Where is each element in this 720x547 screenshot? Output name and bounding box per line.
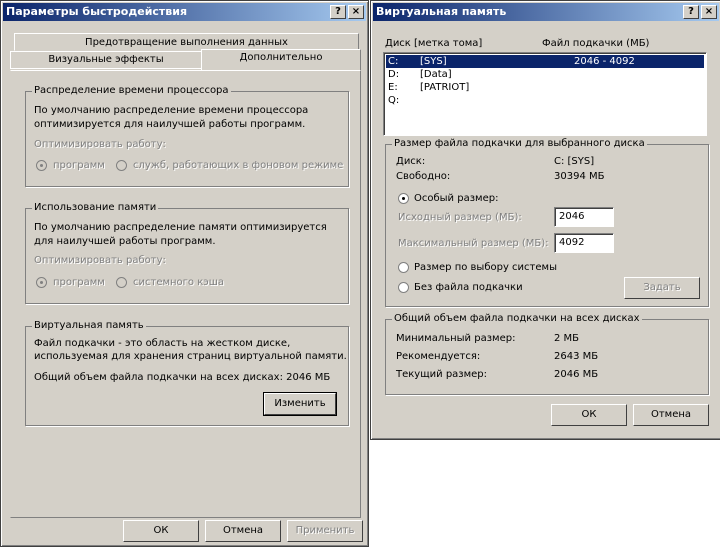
drive-column-header: Диск [метка тома]: [385, 38, 483, 49]
drive-label: [Data]: [420, 69, 452, 80]
cpu-programs-radio[interactable]: [36, 160, 47, 171]
cpu-description-line1: По умолчанию распределение времени проце…: [34, 105, 309, 116]
recommended-label: Рекомендуется:: [396, 351, 481, 362]
ok-button[interactable]: ОК: [123, 520, 199, 542]
virtual-memory-group-label: Виртуальная память: [32, 320, 146, 331]
initial-size-label: Исходный размер (МБ):: [398, 212, 522, 223]
initial-size-input[interactable]: 2046: [554, 207, 614, 227]
cpu-services-radio[interactable]: [116, 160, 127, 171]
free-value: 30394 МБ: [554, 171, 605, 182]
drive-row[interactable]: C: [SYS] 2046 - 4092: [386, 55, 704, 68]
current-size-value: 2046 МБ: [554, 369, 599, 380]
drive-row[interactable]: Q:: [386, 94, 704, 107]
drive-row[interactable]: E: [PATRIOT]: [386, 81, 704, 94]
system-managed-radio[interactable]: [398, 262, 409, 273]
totals-group: Общий объем файла подкачки на всех диска…: [385, 313, 709, 395]
drive-row[interactable]: D: [Data]: [386, 68, 704, 81]
tab-advanced-label: Дополнительно: [239, 52, 323, 63]
set-button[interactable]: Задать: [624, 277, 700, 299]
drive-letter: C:: [388, 56, 399, 67]
drive-letter: Q:: [388, 95, 400, 106]
tab-advanced[interactable]: Дополнительно: [201, 49, 361, 71]
cpu-group-label: Распределение времени процессора: [32, 85, 231, 96]
memory-description-line2: для наилучшей работы программ.: [34, 236, 216, 247]
apply-button[interactable]: Применить: [287, 520, 363, 542]
custom-size-radio[interactable]: [398, 193, 409, 204]
no-pagefile-label[interactable]: Без файла подкачки: [414, 282, 523, 293]
vm-description-line2: используемая для хранения страниц виртуа…: [34, 351, 347, 362]
cancel-button[interactable]: Отмена: [205, 520, 281, 542]
drive-letter: D:: [388, 69, 400, 80]
cpu-programs-label[interactable]: программ: [53, 160, 105, 171]
vm-description-line1: Файл подкачки - это область на жестком д…: [34, 338, 291, 349]
tab-dep-label: Предотвращение выполнения данных: [85, 37, 288, 48]
drive-pagefile-size: 2046 - 4092: [574, 56, 635, 67]
close-button[interactable]: ×: [348, 5, 364, 19]
selected-drive-group-label: Размер файла подкачки для выбранного дис…: [392, 138, 647, 149]
pagefile-column-header: Файл подкачки (МБ): [542, 38, 650, 49]
vm-help-button[interactable]: ?: [683, 5, 699, 19]
custom-size-label[interactable]: Особый размер:: [414, 193, 498, 204]
cpu-description-line2: оптимизируется для наилучшей работы прог…: [34, 119, 306, 130]
virtual-memory-group: Виртуальная память Файл подкачки - это о…: [25, 320, 349, 426]
help-button[interactable]: ?: [330, 5, 346, 19]
free-label: Свободно:: [396, 171, 451, 182]
vm-window-title: Виртуальная память: [376, 5, 507, 18]
memory-cache-label[interactable]: системного кэша: [133, 277, 224, 288]
system-managed-label[interactable]: Размер по выбору системы: [414, 262, 557, 273]
min-size-value: 2 МБ: [554, 333, 580, 344]
drive-letter: E:: [388, 82, 398, 93]
virtual-memory-title-bar[interactable]: Виртуальная память ? ×: [373, 3, 719, 21]
current-size-label: Текущий размер:: [396, 369, 488, 380]
tab-visual-effects-label: Визуальные эффекты: [48, 54, 164, 65]
drive-list[interactable]: C: [SYS] 2046 - 4092 D: [Data] E: [PATRI…: [383, 52, 707, 136]
memory-group: Использование памяти По умолчанию распре…: [25, 202, 349, 304]
performance-title-bar[interactable]: Параметры быстродействия ? ×: [3, 3, 366, 21]
memory-cache-radio[interactable]: [116, 277, 127, 288]
change-button[interactable]: Изменить: [263, 392, 337, 416]
virtual-memory-window: Виртуальная память ? × Диск [метка тома]…: [370, 0, 720, 440]
max-size-input[interactable]: 4092: [554, 233, 614, 253]
vm-total-size: Общий объем файла подкачки на всех диска…: [34, 372, 331, 383]
vm-close-button[interactable]: ×: [701, 5, 717, 19]
vm-cancel-button[interactable]: Отмена: [633, 404, 709, 426]
cpu-optimize-label: Оптимизировать работу:: [34, 139, 166, 150]
totals-group-label: Общий объем файла подкачки на всех диска…: [392, 313, 642, 324]
recommended-value: 2643 МБ: [554, 351, 599, 362]
no-pagefile-radio[interactable]: [398, 282, 409, 293]
memory-group-label: Использование памяти: [32, 202, 159, 213]
memory-optimize-label: Оптимизировать работу:: [34, 255, 166, 266]
memory-description-line1: По умолчанию распределение памяти оптими…: [34, 222, 327, 233]
cpu-services-label[interactable]: служб, работающих в фоновом режиме: [133, 160, 343, 171]
window-title: Параметры быстродействия: [6, 5, 188, 18]
performance-options-window: Параметры быстродействия ? × Предотвраще…: [0, 0, 369, 547]
vm-ok-button[interactable]: ОК: [551, 404, 627, 426]
selected-drive-group: Размер файла подкачки для выбранного дис…: [385, 138, 709, 307]
disk-value: C: [SYS]: [554, 156, 595, 167]
memory-programs-radio[interactable]: [36, 277, 47, 288]
drive-label: [SYS]: [420, 56, 447, 67]
drive-label: [PATRIOT]: [420, 82, 470, 93]
disk-label: Диск:: [396, 156, 426, 167]
memory-programs-label[interactable]: программ: [53, 277, 105, 288]
cpu-group: Распределение времени процессора По умол…: [25, 85, 349, 187]
max-size-label: Максимальный размер (МБ):: [398, 238, 549, 249]
tab-visual-effects[interactable]: Визуальные эффекты: [10, 51, 202, 69]
min-size-label: Минимальный размер:: [396, 333, 516, 344]
